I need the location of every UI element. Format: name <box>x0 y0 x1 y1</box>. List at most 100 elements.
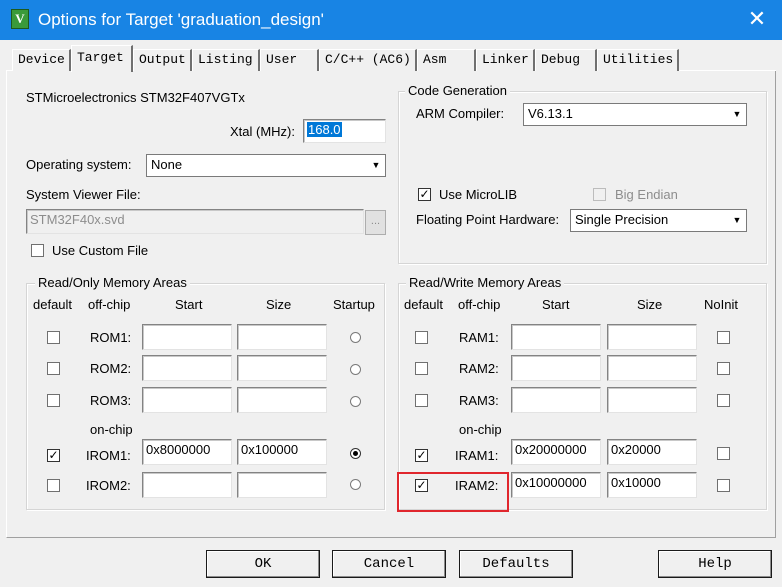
tab-utilities[interactable]: Utilities <box>597 49 679 71</box>
rom1-default-checkbox[interactable] <box>47 331 60 344</box>
cancel-button[interactable]: Cancel <box>332 550 446 578</box>
ram1-size-input[interactable] <box>607 324 697 350</box>
iram2-start-input[interactable]: 0x10000000 <box>511 472 601 498</box>
rom1-size-input[interactable] <box>237 324 327 350</box>
ram2-default-checkbox[interactable] <box>415 362 428 375</box>
compiler-label: ARM Compiler: <box>416 106 505 121</box>
iram1-size-input[interactable]: 0x20000 <box>607 439 697 465</box>
rom-header-offchip: off-chip <box>88 297 131 312</box>
tab-device[interactable]: Device <box>12 49 71 71</box>
rom-header-startup: Startup <box>333 297 375 312</box>
tab-asm[interactable]: Asm <box>417 49 476 71</box>
ram-onchip-label: on-chip <box>459 422 502 437</box>
xtal-label: Xtal (MHz): <box>230 124 295 139</box>
ram3-start-input[interactable] <box>511 387 601 413</box>
rom-onchip-label: on-chip <box>90 422 133 437</box>
microlib-checkbox[interactable]: ✓ <box>418 188 431 201</box>
ram-header-size: Size <box>637 297 663 312</box>
rom2-size-input[interactable] <box>237 355 327 381</box>
rom-header-default: default <box>33 297 73 312</box>
tab-user[interactable]: User <box>260 49 319 71</box>
irom1-label: IROM1: <box>86 448 131 463</box>
rom3-start-input[interactable] <box>142 387 232 413</box>
ram1-noinit-checkbox[interactable] <box>717 331 730 344</box>
iram2-noinit-checkbox[interactable] <box>717 479 730 492</box>
annotation-highlight-box <box>397 472 509 512</box>
xtal-input[interactable]: 168.0 <box>303 119 386 143</box>
irom2-size-input[interactable] <box>237 472 327 498</box>
rom1-startup-radio[interactable] <box>350 332 361 343</box>
tab-listing[interactable]: Listing <box>192 49 260 71</box>
chevron-down-icon: ▼ <box>371 160 381 170</box>
rom2-default-checkbox[interactable] <box>47 362 60 375</box>
tab-linker[interactable]: Linker <box>476 49 535 71</box>
iram1-label: IRAM1: <box>455 448 499 463</box>
ram1-label: RAM1: <box>459 330 499 345</box>
ram-header-default: default <box>404 297 444 312</box>
tab-debug[interactable]: Debug <box>535 49 597 71</box>
os-label: Operating system: <box>26 157 132 172</box>
irom1-start-input[interactable]: 0x8000000 <box>142 439 232 465</box>
rom3-startup-radio[interactable] <box>350 396 361 407</box>
defaults-button[interactable]: Defaults <box>459 550 573 578</box>
ram3-default-checkbox[interactable] <box>415 394 428 407</box>
ram1-start-input[interactable] <box>511 324 601 350</box>
ram-header-offchip: off-chip <box>458 297 501 312</box>
ram-header-noinit: NoInit <box>704 297 738 312</box>
iram2-size-input[interactable]: 0x10000 <box>607 472 697 498</box>
rom-areas-title: Read/Only Memory Areas <box>35 275 190 291</box>
os-select[interactable]: None ▼ <box>146 154 386 177</box>
ram3-label: RAM3: <box>459 393 499 408</box>
rom1-start-input[interactable] <box>142 324 232 350</box>
iram1-start-input[interactable]: 0x20000000 <box>511 439 601 465</box>
rom3-default-checkbox[interactable] <box>47 394 60 407</box>
irom2-default-checkbox[interactable] <box>47 479 60 492</box>
fpu-label: Floating Point Hardware: <box>416 212 560 227</box>
rom2-start-input[interactable] <box>142 355 232 381</box>
rom-header-size: Size <box>266 297 292 312</box>
rom2-label: ROM2: <box>90 361 132 376</box>
irom1-default-checkbox[interactable]: ✓ <box>47 449 60 462</box>
rom1-label: ROM1: <box>90 330 132 345</box>
tab-target[interactable]: Target <box>71 45 133 72</box>
xtal-value: 168.0 <box>307 122 342 137</box>
tab-output[interactable]: Output <box>133 49 192 71</box>
keil-app-icon: V <box>11 9 29 29</box>
ram2-noinit-checkbox[interactable] <box>717 362 730 375</box>
big-endian-checkbox <box>593 188 606 201</box>
compiler-select[interactable]: V6.13.1 ▼ <box>523 103 747 126</box>
ram-header-start: Start <box>542 297 570 312</box>
close-icon[interactable]: ✕ <box>737 4 777 36</box>
iram1-noinit-checkbox[interactable] <box>717 447 730 460</box>
viewer-label: System Viewer File: <box>26 187 141 202</box>
ram1-default-checkbox[interactable] <box>415 331 428 344</box>
fpu-select[interactable]: Single Precision ▼ <box>570 209 747 232</box>
browse-button: ... <box>365 210 386 235</box>
os-value: None <box>151 157 183 172</box>
microlib-label: Use MicroLIB <box>439 187 518 202</box>
irom1-size-input[interactable]: 0x100000 <box>237 439 327 465</box>
ok-button[interactable]: OK <box>206 550 320 578</box>
irom2-label: IROM2: <box>86 478 131 493</box>
rom-header-start: Start <box>175 297 203 312</box>
viewer-file-input: STM32F40x.svd <box>26 209 364 234</box>
help-button[interactable]: Help <box>658 550 772 578</box>
irom1-startup-radio[interactable] <box>350 448 361 459</box>
fpu-value: Single Precision <box>575 212 669 227</box>
chevron-down-icon: ▼ <box>732 109 742 119</box>
big-endian-label: Big Endian <box>615 187 678 202</box>
rom3-size-input[interactable] <box>237 387 327 413</box>
iram1-default-checkbox[interactable]: ✓ <box>415 449 428 462</box>
ram2-size-input[interactable] <box>607 355 697 381</box>
ram3-size-input[interactable] <box>607 387 697 413</box>
tab-cpp[interactable]: C/C++ (AC6) <box>319 49 417 71</box>
rom3-label: ROM3: <box>90 393 132 408</box>
irom2-startup-radio[interactable] <box>350 479 361 490</box>
rom2-startup-radio[interactable] <box>350 364 361 375</box>
ram3-noinit-checkbox[interactable] <box>717 394 730 407</box>
use-custom-file-checkbox[interactable] <box>31 244 44 257</box>
ram2-start-input[interactable] <box>511 355 601 381</box>
window-title: Options for Target 'graduation_design' <box>38 10 324 29</box>
ram2-label: RAM2: <box>459 361 499 376</box>
irom2-start-input[interactable] <box>142 472 232 498</box>
